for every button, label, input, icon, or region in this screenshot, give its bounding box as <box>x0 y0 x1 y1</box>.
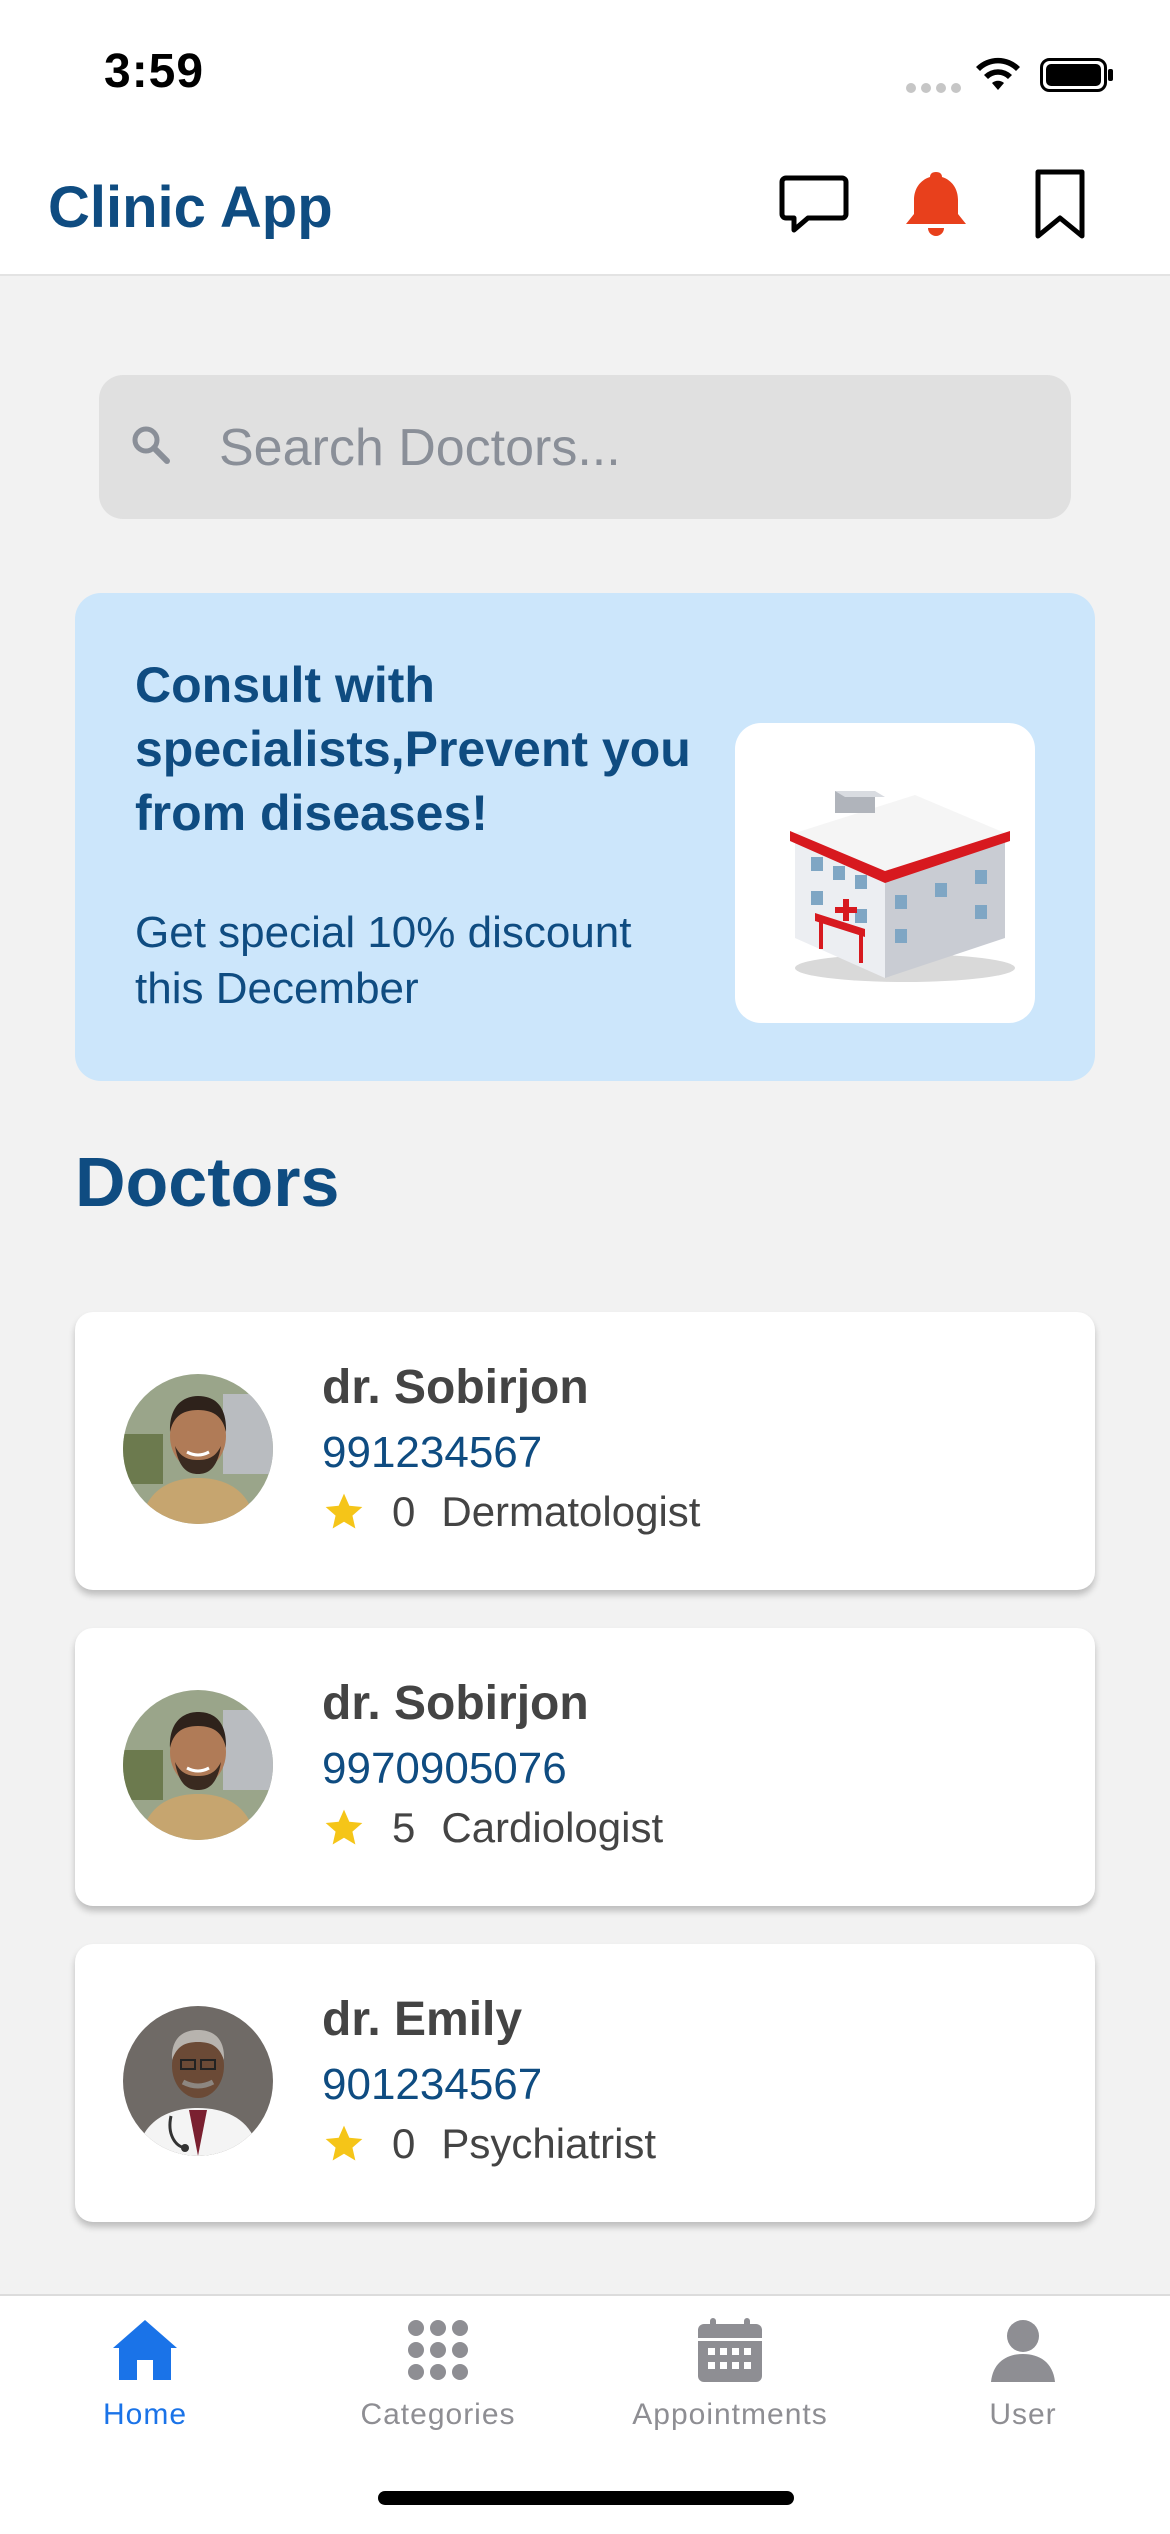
doctor-meta: 0 Dermatologist <box>322 1488 700 1536</box>
avatar <box>123 1690 273 1840</box>
star-icon <box>325 1493 363 1529</box>
wifi-icon <box>976 57 1020 90</box>
home-indicator <box>378 2491 794 2505</box>
doctor-card[interactable]: dr. Emily 901234567 0 Psychiatrist <box>75 1944 1095 2222</box>
doctor-name: dr. Sobirjon <box>322 1361 589 1414</box>
tab-label: Home <box>102 2398 188 2431</box>
avatar <box>123 1374 273 1524</box>
tab-user[interactable]: User <box>903 2314 1143 2432</box>
doctor-meta: 5 Cardiologist <box>322 1804 663 1852</box>
bell-icon[interactable] <box>900 168 972 240</box>
tab-appointments[interactable]: Appointments <box>610 2314 850 2432</box>
doctor-phone: 9970905076 <box>322 1744 567 1793</box>
doctor-phone: 901234567 <box>322 2060 543 2109</box>
app-header: Clinic App <box>0 150 1170 276</box>
banner-subtitle: Get special 10% discount this December <box>135 908 632 1013</box>
doctors-section-title: Doctors <box>75 1143 340 1221</box>
doctor-rating: 5 <box>392 1804 416 1851</box>
tab-categories[interactable]: Categories <box>318 2314 558 2432</box>
star-icon <box>325 2125 363 2161</box>
doctor-card[interactable]: dr. Sobirjon 9970905076 5 Cardiologist <box>75 1628 1095 1906</box>
promo-banner[interactable]: Consult with specialists,Prevent you fro… <box>75 593 1095 1081</box>
banner-title: Consult with specialists,Prevent you fro… <box>135 657 691 841</box>
doctor-name: dr. Emily <box>322 1993 523 2046</box>
doctor-specialty: Psychiatrist <box>441 2120 657 2167</box>
doctor-specialty: Dermatologist <box>441 1488 701 1535</box>
bookmark-icon[interactable] <box>1024 168 1096 240</box>
hospital-building-icon <box>735 723 1035 1023</box>
doctor-rating: 0 <box>392 2120 416 2167</box>
star-icon <box>325 1809 363 1845</box>
doctor-specialty: Cardiologist <box>441 1804 664 1851</box>
calendar-icon <box>698 2318 762 2382</box>
doctor-rating: 0 <box>392 1488 416 1535</box>
doctor-phone: 991234567 <box>322 1428 543 1477</box>
home-icon <box>113 2320 177 2380</box>
search-input[interactable] <box>217 405 1021 491</box>
cellular-signal-icon <box>906 80 966 98</box>
search-bar <box>99 375 1071 519</box>
status-time: 3:59 <box>104 45 205 98</box>
chat-icon[interactable] <box>778 168 850 240</box>
search-icon <box>132 426 170 464</box>
battery-icon <box>1040 58 1113 92</box>
doctor-card[interactable]: dr. Sobirjon 991234567 0 Dermatologist <box>75 1312 1095 1590</box>
avatar <box>123 2006 273 2156</box>
tab-label: Appointments <box>632 2398 828 2431</box>
doctor-meta: 0 Psychiatrist <box>322 2120 656 2168</box>
grid-icon <box>408 2320 468 2380</box>
tab-label: User <box>989 2398 1057 2431</box>
doctor-name: dr. Sobirjon <box>322 1677 589 1730</box>
user-icon <box>991 2320 1055 2382</box>
tab-home[interactable]: Home <box>25 2314 265 2432</box>
tab-label: Categories <box>360 2398 516 2431</box>
status-bar: 3:59 <box>0 0 1170 150</box>
app-title: Clinic App <box>48 175 333 240</box>
